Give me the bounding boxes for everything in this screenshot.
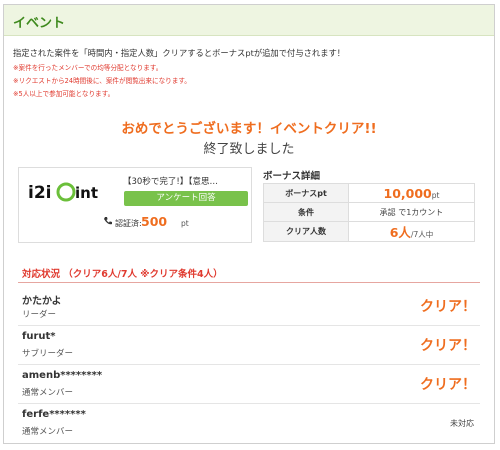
- event-note: ※案件を行ったメンバーでの均等分配となります。: [13, 64, 163, 72]
- bonus-points-unit: pt: [431, 190, 440, 200]
- congrats-message: おめでとうございます！イベントクリア!!: [121, 121, 377, 137]
- member-name: furut*: [22, 331, 56, 342]
- member-row: ferfe******* 通常メンバー 未対応: [18, 404, 480, 442]
- cert-label: 認証済:: [115, 219, 142, 228]
- bonus-key: クリア人数: [263, 221, 349, 242]
- survey-answer-button[interactable]: アンケート回答: [124, 191, 248, 206]
- member-status: クリア！: [420, 377, 476, 393]
- clear-count-value: 6人: [389, 225, 411, 240]
- svg-text:int: int: [75, 184, 98, 202]
- member-status: 未対応: [450, 419, 474, 428]
- status-heading: 対応状況 （クリア6人/7人 ※クリア条件4人）: [18, 264, 480, 283]
- bonus-value-cell: 10,000pt: [348, 183, 475, 203]
- member-role: リーダー: [22, 310, 57, 320]
- member-row: furut* サブリーダー クリア！: [18, 326, 480, 365]
- member-status: クリア！: [420, 299, 476, 315]
- member-name: ferfe*******: [22, 409, 86, 420]
- offer-card[interactable]: i2i int 【30秒で完了!】【意思… アンケート回答 認証済: 500 p…: [18, 167, 252, 243]
- cert-points-unit: pt: [181, 219, 189, 228]
- panel-header: イベント: [4, 5, 494, 36]
- svg-text:i2i: i2i: [28, 183, 51, 203]
- event-panel: イベント 指定された案件を「時間内・指定人数」クリアするとボーナスptが追加で付…: [3, 4, 495, 444]
- member-role: サブリーダー: [22, 349, 74, 359]
- event-note: ※リクエストから24時間後に、案件が閲覧出来になります。: [13, 77, 191, 85]
- event-note: ※5人以上で参加可能となります。: [13, 90, 115, 98]
- bonus-points-value: 10,000: [383, 185, 432, 201]
- bonus-value-cell: 6人/7人中: [348, 221, 475, 242]
- panel-title: イベント: [13, 16, 66, 31]
- bonus-row: クリア人数 6人/7人中: [263, 221, 475, 242]
- bonus-row: 条件 承認 で1カウント: [263, 202, 475, 222]
- bonus-condition-value: 承認 で1カウント: [348, 202, 475, 222]
- member-role: 通常メンバー: [22, 427, 74, 437]
- phone-icon: [104, 217, 112, 225]
- event-description: 指定された案件を「時間内・指定人数」クリアするとボーナスptが追加で付与されます…: [13, 48, 346, 58]
- clear-count-unit: /7人中: [410, 230, 434, 239]
- member-role: 通常メンバー: [22, 388, 74, 398]
- cert-points: 500: [141, 214, 168, 229]
- bonus-table: ボーナスpt 10,000pt 条件 承認 で1カウント クリア人数 6人/7人…: [263, 183, 475, 242]
- event-ended-text: 終了致しました: [203, 142, 295, 157]
- bonus-title: ボーナス詳細: [263, 171, 321, 182]
- member-name: かたかよ: [22, 296, 62, 307]
- bonus-row: ボーナスpt 10,000pt: [263, 183, 475, 203]
- member-row: かたかよ リーダー クリア！: [18, 287, 480, 326]
- bonus-key: ボーナスpt: [263, 183, 349, 203]
- status-heading-text: 対応状況 （クリア6人/7人 ※クリア条件4人）: [22, 269, 223, 280]
- member-status: クリア！: [420, 338, 476, 354]
- member-name: amenb********: [22, 370, 103, 381]
- i2i-point-logo: i2i int: [28, 182, 98, 203]
- offer-title[interactable]: 【30秒で完了!】【意思…: [123, 175, 247, 187]
- bonus-key: 条件: [263, 202, 349, 222]
- member-row: amenb******** 通常メンバー クリア！: [18, 365, 480, 404]
